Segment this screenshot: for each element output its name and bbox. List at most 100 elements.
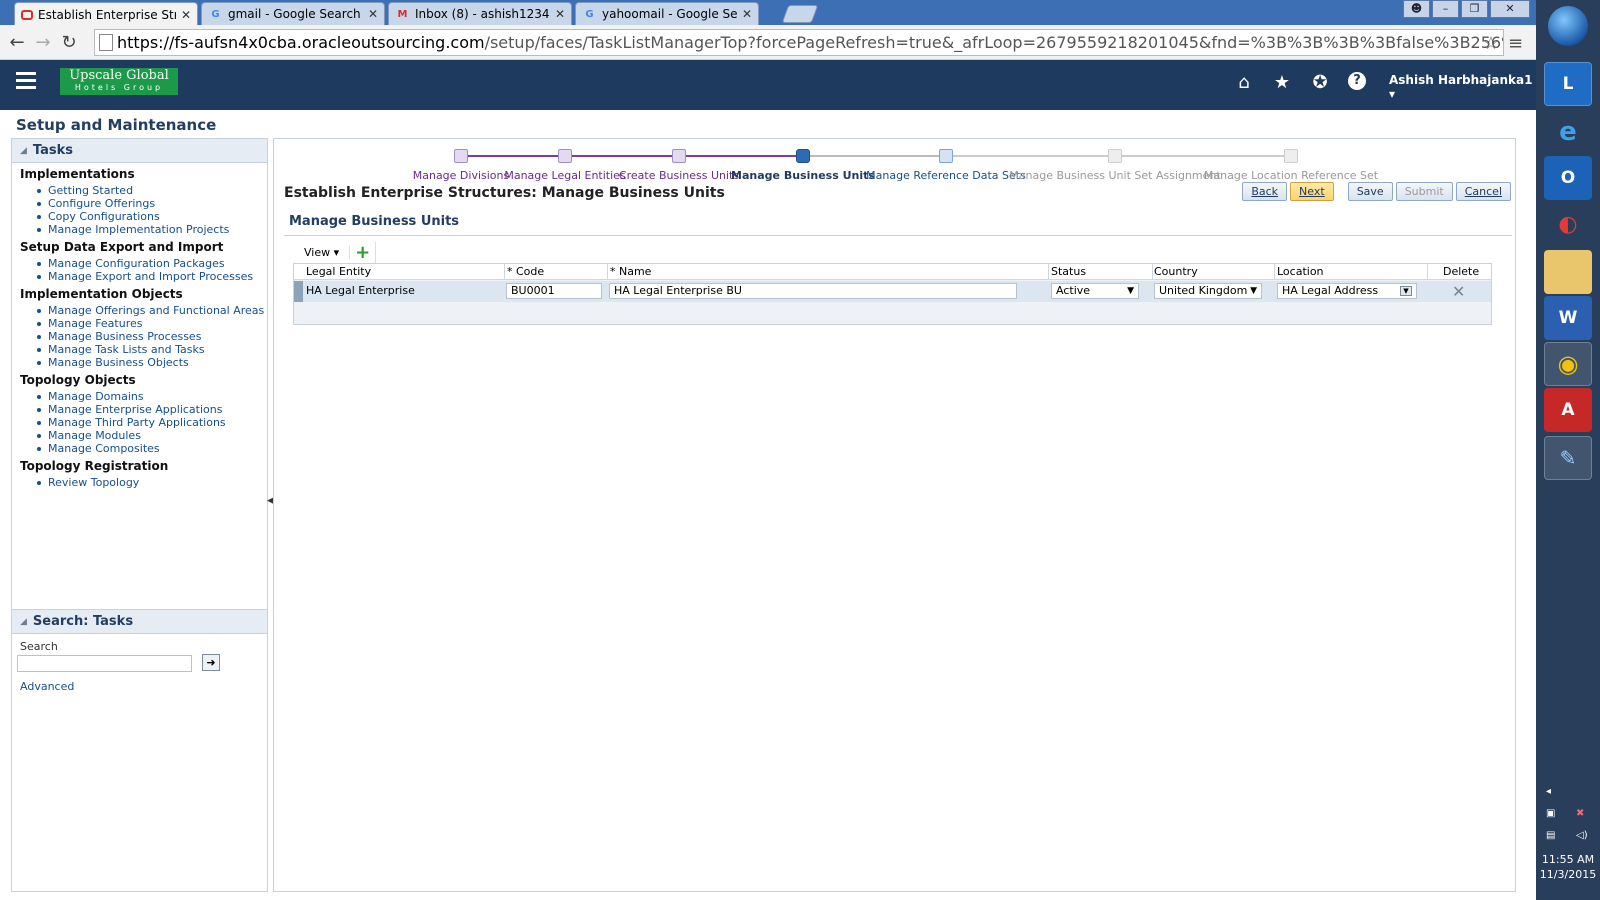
outlook-icon[interactable]: O bbox=[1544, 156, 1592, 200]
accessibility-icon[interactable]: ✪ bbox=[1310, 72, 1330, 93]
table-row[interactable]: HA Legal Enterprise BU0001 HA Legal Ente… bbox=[294, 281, 1491, 302]
close-tab-icon[interactable]: ✕ bbox=[742, 7, 752, 21]
restore-icon[interactable]: ❐ bbox=[1461, 0, 1488, 18]
row-selector[interactable] bbox=[294, 281, 303, 302]
close-tab-icon[interactable]: ✕ bbox=[555, 7, 565, 21]
task-link[interactable]: Manage Enterprise Applications bbox=[37, 403, 267, 416]
task-link[interactable]: Manage Business Objects bbox=[37, 356, 267, 369]
save-button[interactable]: Save bbox=[1347, 182, 1393, 201]
user-icon[interactable]: ☻ bbox=[1403, 0, 1430, 18]
col-location[interactable]: Location bbox=[1277, 265, 1324, 278]
company-logo[interactable]: Upscale Global Hotels Group bbox=[60, 68, 178, 95]
train-stop[interactable] bbox=[454, 149, 468, 163]
navigator-menu-icon[interactable] bbox=[16, 72, 36, 89]
country-select[interactable]: United Kingdom ▼ bbox=[1154, 283, 1262, 299]
train-step-label[interactable]: Manage Legal Entities bbox=[504, 169, 625, 182]
task-link[interactable]: Review Topology bbox=[37, 476, 267, 489]
delete-row-icon[interactable]: ✕ bbox=[1452, 282, 1465, 301]
browser-tab-inbox[interactable]: M Inbox (8) - ashish1234u@ ✕ bbox=[388, 2, 572, 25]
task-link[interactable]: Manage Configuration Packages bbox=[37, 257, 267, 270]
task-link[interactable]: Manage Task Lists and Tasks bbox=[37, 343, 267, 356]
task-link[interactable]: Manage Business Processes bbox=[37, 330, 267, 343]
tasks-panel-title: Tasks bbox=[32, 143, 74, 158]
close-tab-icon[interactable]: ✕ bbox=[368, 7, 378, 21]
adobe-reader-icon[interactable]: A bbox=[1544, 388, 1592, 432]
browser-menu-icon[interactable]: ≡ bbox=[1508, 33, 1523, 54]
volume-icon[interactable]: ◁) bbox=[1576, 830, 1588, 841]
browser-tab-gmail-search[interactable]: G gmail - Google Search ✕ bbox=[201, 2, 385, 25]
col-status[interactable]: Status bbox=[1051, 265, 1086, 278]
col-country[interactable]: Country bbox=[1154, 265, 1198, 278]
network-icon[interactable]: ▣ bbox=[1546, 808, 1555, 819]
task-link[interactable]: Copy Configurations bbox=[37, 210, 267, 223]
lync-icon[interactable]: L bbox=[1544, 62, 1592, 106]
system-clock[interactable]: 11:55 AM 11/3/2015 bbox=[1536, 852, 1600, 882]
task-link[interactable]: Manage Export and Import Processes bbox=[37, 270, 267, 283]
train-stop[interactable] bbox=[672, 149, 686, 163]
paint-icon[interactable]: ✎ bbox=[1544, 436, 1592, 480]
submit-button[interactable]: Submit bbox=[1395, 182, 1453, 201]
task-link[interactable]: Manage Features bbox=[37, 317, 267, 330]
next-button[interactable]: Next bbox=[1290, 182, 1334, 201]
view-menu[interactable]: View ▾ bbox=[294, 246, 351, 259]
status-select[interactable]: Active ▼ bbox=[1051, 283, 1139, 299]
forward-arrow-icon[interactable]: → bbox=[30, 32, 56, 53]
code-input[interactable]: BU0001 bbox=[506, 283, 602, 299]
task-link[interactable]: Manage Composites bbox=[37, 442, 267, 455]
home-icon[interactable]: ⌂ bbox=[1234, 72, 1254, 93]
task-link[interactable]: Manage Modules bbox=[37, 429, 267, 442]
internet-explorer-icon[interactable]: e bbox=[1544, 110, 1592, 154]
collapse-triangle-icon[interactable]: ◢ bbox=[20, 146, 27, 156]
task-link[interactable]: Manage Offerings and Functional Areas bbox=[37, 304, 267, 317]
tray-alert-icon[interactable]: ✖ bbox=[1576, 808, 1584, 819]
location-lov[interactable]: HA Legal Address ▼ bbox=[1277, 283, 1417, 299]
favorites-star-icon[interactable]: ★ bbox=[1272, 72, 1292, 93]
train-stop[interactable] bbox=[558, 149, 572, 163]
train-stop[interactable] bbox=[796, 149, 810, 163]
train-stop[interactable] bbox=[939, 149, 953, 163]
collapse-triangle-icon[interactable]: ◢ bbox=[20, 617, 27, 627]
word-icon[interactable]: W bbox=[1544, 296, 1592, 340]
search-input[interactable] bbox=[17, 655, 192, 672]
train-step-label[interactable]: Manage Divisions bbox=[413, 169, 510, 182]
task-link[interactable]: Manage Domains bbox=[37, 390, 267, 403]
task-link[interactable]: Configure Offerings bbox=[37, 197, 267, 210]
cancel-button[interactable]: Cancel bbox=[1455, 182, 1511, 201]
user-menu[interactable]: Ashish Harbhajanka1 ▾ bbox=[1389, 73, 1536, 101]
tray-expand-icon[interactable]: ◂ bbox=[1546, 786, 1551, 797]
search-go-arrow-icon[interactable]: ➜ bbox=[202, 654, 220, 671]
reload-icon[interactable]: ↻ bbox=[56, 32, 82, 53]
col-legal-entity[interactable]: Legal Entity bbox=[306, 265, 371, 278]
add-row-plus-icon[interactable]: + bbox=[350, 241, 377, 264]
file-explorer-icon[interactable] bbox=[1544, 250, 1592, 294]
col-code[interactable]: * Code bbox=[507, 265, 544, 278]
train-step-label[interactable]: Manage Reference Data Sets bbox=[866, 169, 1026, 182]
browser-tab-yahoo-search[interactable]: G yahoomail - Google Searc ✕ bbox=[575, 2, 759, 25]
close-window-icon[interactable]: ✕ bbox=[1490, 0, 1530, 18]
back-arrow-icon[interactable]: ← bbox=[4, 32, 30, 53]
chrome-icon[interactable]: ◉ bbox=[1544, 342, 1592, 386]
address-bar[interactable]: https://fs-aufsn4x0cba.oracleoutsourcing… bbox=[94, 29, 1504, 56]
train-step-label[interactable]: Create Business Units bbox=[619, 169, 739, 182]
airtel-icon[interactable]: ◐ bbox=[1544, 202, 1592, 246]
task-link[interactable]: Manage Third Party Applications bbox=[37, 416, 267, 429]
help-icon[interactable]: ? bbox=[1348, 72, 1366, 90]
search-panel-header[interactable]: ◢ Search: Tasks bbox=[12, 610, 267, 634]
page-body: Setup and Maintenance ◢ Tasks Implementa… bbox=[0, 110, 1536, 900]
minimize-icon[interactable]: – bbox=[1432, 0, 1459, 18]
col-name[interactable]: * Name bbox=[610, 265, 651, 278]
browser-tab-establish[interactable]: Establish Enterprise Struct ✕ bbox=[14, 2, 198, 26]
close-tab-icon[interactable]: ✕ bbox=[181, 8, 191, 22]
back-button[interactable]: Back bbox=[1242, 182, 1288, 201]
name-input[interactable]: HA Legal Enterprise BU bbox=[609, 283, 1017, 299]
windows-start-icon[interactable] bbox=[1548, 6, 1588, 46]
advanced-search-link[interactable]: Advanced bbox=[20, 680, 74, 693]
tasks-panel-header[interactable]: ◢ Tasks bbox=[12, 139, 267, 163]
new-tab-button[interactable] bbox=[781, 5, 819, 23]
task-link[interactable]: Getting Started bbox=[37, 184, 267, 197]
lov-search-icon[interactable]: ▼ bbox=[1400, 286, 1412, 296]
power-icon[interactable]: ▤ bbox=[1546, 830, 1555, 841]
task-link[interactable]: Manage Implementation Projects bbox=[37, 223, 267, 236]
train-step-label[interactable]: Manage Business Units bbox=[731, 169, 875, 182]
bookmark-star-icon[interactable]: ☆ bbox=[1483, 33, 1499, 54]
